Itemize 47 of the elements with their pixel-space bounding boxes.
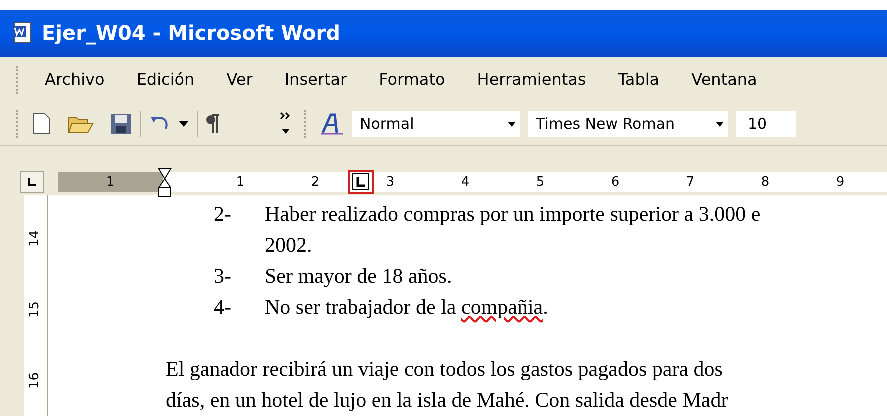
tab-stop-icon[interactable]: [348, 170, 374, 194]
menu-item[interactable]: Edición: [128, 68, 204, 92]
list-item-text: No ser trabajador de la: [265, 295, 458, 319]
tab-selector[interactable]: [20, 171, 44, 194]
font-size-dropdown[interactable]: 10: [736, 111, 796, 138]
ruler-number: 8: [761, 174, 770, 192]
menu-item[interactable]: Formato: [370, 68, 454, 92]
document-icon: [12, 22, 34, 44]
ruler-number: 1: [106, 174, 115, 192]
menu-item[interactable]: Archivo: [36, 68, 114, 92]
paragraph-line: El ganador recibirá un viaje con todos los gastos pagados para dos: [166, 356, 724, 383]
dropdown-arrow-icon[interactable]: [508, 122, 516, 127]
new-document-icon[interactable]: [32, 113, 52, 136]
paragraph-line: días, en un hotel de lujo en la isla de Mahé. Con salida desde Madr: [166, 387, 730, 414]
list-item-text: .: [543, 295, 548, 319]
ruler-number: 6: [611, 174, 620, 192]
menu-item[interactable]: Tabla: [609, 68, 669, 92]
list-item-text: 2002.: [265, 233, 312, 257]
ruler-number: 1: [236, 174, 245, 192]
dropdown-arrow-icon[interactable]: [716, 122, 724, 127]
ruler-number: 9: [836, 174, 845, 192]
ruler-number: 16: [26, 372, 44, 389]
ruler-number: 2: [311, 174, 320, 192]
menu-item[interactable]: Ver: [218, 68, 262, 92]
indent-marker-icon[interactable]: [158, 168, 172, 198]
menu-item[interactable]: Insertar: [276, 68, 356, 92]
style-icon[interactable]: [320, 113, 344, 136]
window-title: Ejer_W04 - Microsoft Word: [42, 20, 340, 48]
list-number: 3-: [214, 263, 232, 290]
list-item-text: Ser mayor de 18 años.: [265, 264, 452, 288]
style-dropdown[interactable]: Normal: [352, 111, 520, 138]
menu-item[interactable]: Ventana: [682, 68, 766, 92]
dropdown-arrow-icon[interactable]: [179, 121, 189, 128]
ruler-number: 15: [26, 301, 44, 318]
misspelled-word: compañia: [462, 295, 544, 319]
ruler-number: 4: [461, 174, 470, 192]
ruler-number: 14: [26, 230, 44, 247]
pilcrow-icon[interactable]: [206, 114, 220, 134]
ruler-number: 7: [686, 174, 695, 192]
menu-item[interactable]: Herramientas: [468, 68, 596, 92]
font-dropdown[interactable]: Times New Roman: [528, 111, 728, 138]
ruler-number: 3: [386, 174, 395, 192]
left-tab-icon: [28, 178, 36, 186]
list-number: 4-: [214, 294, 232, 321]
ruler-number: 5: [536, 174, 545, 192]
list-number: 2-: [214, 201, 232, 228]
list-item-text: Haber realizado compras por un importe superior a 3.000 e: [265, 202, 761, 226]
